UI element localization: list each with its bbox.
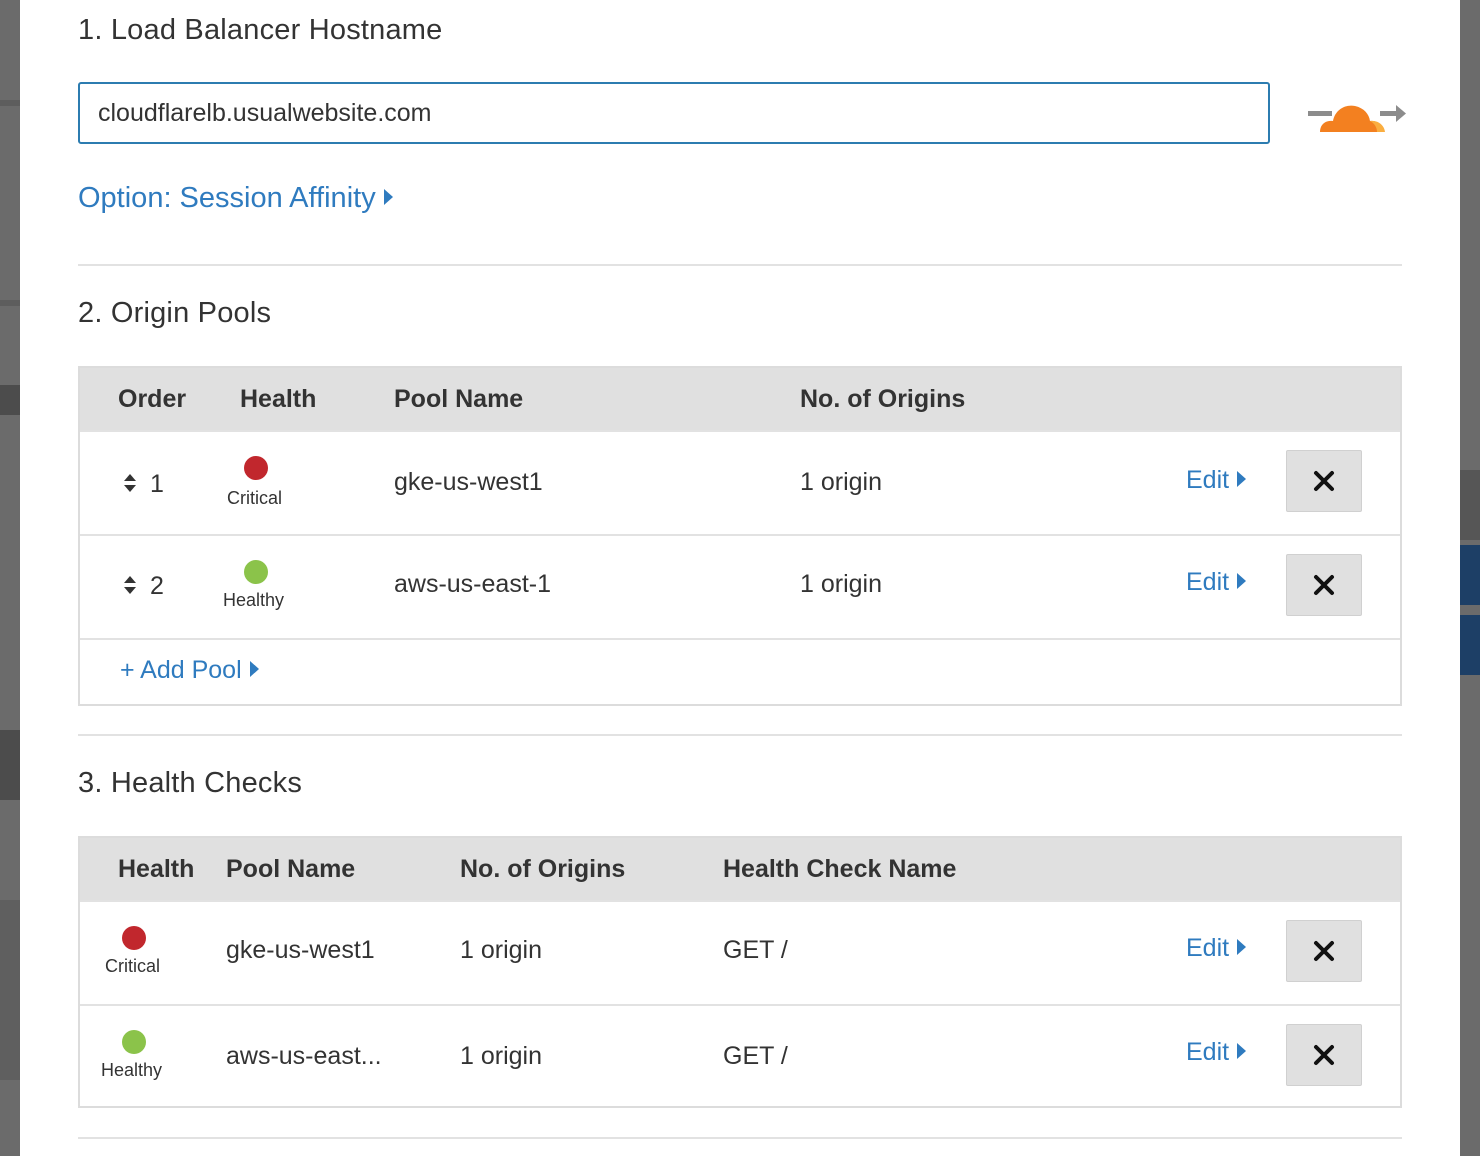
cloudflare-logo xyxy=(1308,105,1406,132)
close-icon xyxy=(1314,1045,1334,1065)
remove-pool-button[interactable] xyxy=(1286,450,1362,512)
add-pool-label: + Add Pool xyxy=(120,656,242,684)
pool-origin-count: 1 origin xyxy=(800,570,882,598)
pool-name: gke-us-west1 xyxy=(394,468,543,496)
remove-pool-button[interactable] xyxy=(1286,554,1362,616)
health-check-name: GET / xyxy=(723,936,788,964)
column-header-origins: No. of Origins xyxy=(800,385,966,413)
health-critical-icon xyxy=(244,456,268,480)
section-divider xyxy=(78,264,1402,266)
health-check-name: GET / xyxy=(723,1042,788,1070)
table-header: Order Health Pool Name No. of Origins xyxy=(80,368,1400,430)
edit-pool-link[interactable]: Edit xyxy=(1186,568,1247,597)
pool-name: aws-us-east-1 xyxy=(394,570,551,598)
sort-arrows-icon[interactable] xyxy=(124,576,136,594)
section-origin-pools-title: 2. Origin Pools xyxy=(78,297,272,329)
edit-label: Edit xyxy=(1186,568,1230,596)
pool-origin-count: 1 origin xyxy=(460,1042,542,1070)
edit-label: Edit xyxy=(1186,934,1230,962)
session-affinity-label: Option: Session Affinity xyxy=(78,182,376,214)
column-header-health: Health xyxy=(118,855,195,883)
caret-right-icon xyxy=(1237,573,1247,590)
section-health-checks-title: 3. Health Checks xyxy=(78,767,303,799)
section-hostname-title: 1. Load Balancer Hostname xyxy=(78,14,443,46)
health-healthy-icon xyxy=(244,560,268,584)
create-load-balancer-modal: 1. Load Balancer Hostname Option: Sessio… xyxy=(20,0,1460,1156)
remove-health-check-button[interactable] xyxy=(1286,920,1362,982)
health-healthy-icon xyxy=(122,1030,146,1054)
edit-health-check-link[interactable]: Edit xyxy=(1186,1038,1247,1067)
table-header: Health Pool Name No. of Origins Health C… xyxy=(80,838,1400,900)
add-pool-row: + Add Pool xyxy=(80,638,1400,704)
health-status-label: Healthy xyxy=(101,1060,163,1080)
edit-label: Edit xyxy=(1186,466,1230,494)
table-row: Critical gke-us-west1 1 origin GET / Edi… xyxy=(80,900,1400,1004)
caret-right-icon xyxy=(1237,939,1247,956)
origin-pools-table: Order Health Pool Name No. of Origins 1 … xyxy=(78,366,1402,706)
background-page-left xyxy=(0,0,20,1156)
pool-name: aws-us-east... xyxy=(226,1042,382,1070)
edit-label: Edit xyxy=(1186,1038,1230,1066)
pool-name: gke-us-west1 xyxy=(226,936,375,964)
session-affinity-toggle[interactable]: Option: Session Affinity xyxy=(78,182,393,215)
edit-pool-link[interactable]: Edit xyxy=(1186,466,1247,495)
column-header-order: Order xyxy=(118,385,187,413)
column-header-pool-name: Pool Name xyxy=(394,385,524,413)
section-divider xyxy=(78,734,1402,736)
pool-origin-count: 1 origin xyxy=(800,468,882,496)
column-header-check-name: Health Check Name xyxy=(723,855,957,883)
caret-right-icon xyxy=(249,661,259,678)
hostname-input[interactable] xyxy=(78,82,1270,144)
table-row: Healthy aws-us-east... 1 origin GET / Ed… xyxy=(80,1004,1400,1108)
caret-right-icon xyxy=(1237,471,1247,488)
pool-origin-count: 1 origin xyxy=(460,936,542,964)
health-status-label: Critical xyxy=(105,956,161,976)
close-icon xyxy=(1314,941,1334,961)
background-page-right xyxy=(1460,0,1480,1156)
section-divider xyxy=(78,1137,1402,1139)
edit-health-check-link[interactable]: Edit xyxy=(1186,934,1247,963)
health-status-label: Critical xyxy=(227,488,283,508)
health-status-label: Healthy xyxy=(223,590,285,610)
pool-order: 1 xyxy=(150,470,164,498)
sort-arrows-icon[interactable] xyxy=(124,474,136,492)
caret-right-icon xyxy=(383,189,393,206)
pool-order: 2 xyxy=(150,572,164,600)
column-header-health: Health xyxy=(240,385,317,413)
column-header-origins: No. of Origins xyxy=(460,855,626,883)
health-critical-icon xyxy=(122,926,146,950)
caret-right-icon xyxy=(1237,1043,1247,1060)
remove-health-check-button[interactable] xyxy=(1286,1024,1362,1086)
close-icon xyxy=(1314,575,1334,595)
close-icon xyxy=(1314,471,1334,491)
add-pool-link[interactable]: + Add Pool xyxy=(120,656,259,685)
column-header-pool-name: Pool Name xyxy=(226,855,356,883)
table-row: 1 Critical gke-us-west1 1 origin Edit xyxy=(80,430,1400,534)
health-checks-table: Health Pool Name No. of Origins Health C… xyxy=(78,836,1402,1108)
table-row: 2 Healthy aws-us-east-1 1 origin Edit xyxy=(80,534,1400,638)
